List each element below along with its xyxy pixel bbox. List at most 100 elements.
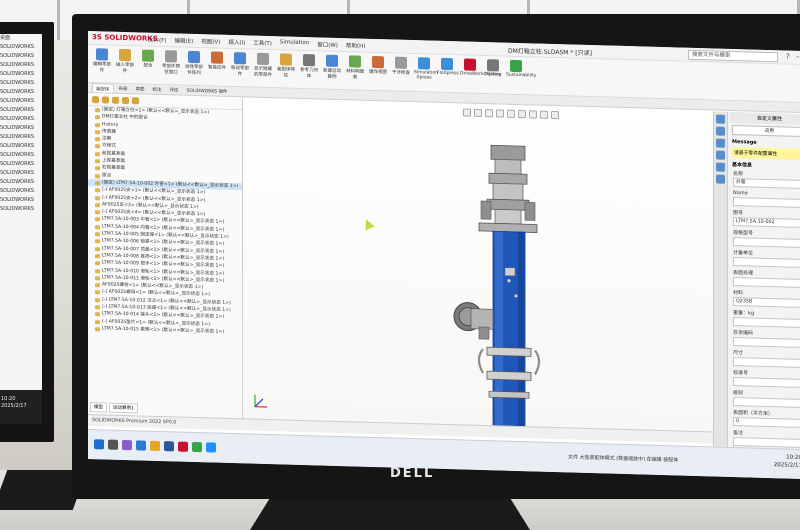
ribbon-button[interactable]: 移动零部件 [230,52,250,78]
ribbon-button[interactable]: 零部件预览窗口 [161,50,181,76]
file-list-item[interactable]: SOLIDWORKS [0,205,42,214]
file-list-item[interactable]: SOLIDWORKS [0,43,42,52]
menu-item[interactable]: Simulation [280,39,309,48]
property-value-field[interactable] [733,397,800,409]
tree-bottom-tab[interactable]: 模型 [90,402,107,413]
solidworks-resources-icon[interactable] [716,114,725,124]
app-icon[interactable] [206,442,216,453]
property-manager-icon[interactable] [102,96,109,104]
ribbon-button-label: 干涉检查 [392,70,410,76]
command-tab[interactable]: SOLIDWORKS 插件 [184,86,231,96]
telescopic-mast-model[interactable] [243,98,713,431]
property-value-field[interactable] [733,337,800,349]
ribbon-button[interactable]: Sustainability [506,59,536,79]
file-explorer-icon[interactable] [150,440,160,452]
wechat-icon[interactable] [192,441,202,453]
ribbon-button[interactable]: 参考几何体 [299,54,319,80]
property-value-field[interactable] [733,257,800,269]
ribbon-button[interactable]: 智能扣件 [207,51,227,71]
file-list-item[interactable]: SOLIDWORKS [0,88,42,97]
ribbon-button-icon [280,53,292,66]
winch [453,302,494,340]
solidworks-taskbar-icon[interactable] [178,441,188,452]
view-palette-icon[interactable] [716,150,725,160]
property-value-field[interactable] [733,197,800,209]
command-tab[interactable]: 评估 [167,85,182,94]
ribbon-button[interactable]: 编辑零部件 [92,48,112,74]
start-icon[interactable] [94,439,104,450]
ribbon-button[interactable]: 线性零部件阵列 [184,50,204,77]
appearances-icon[interactable] [716,162,725,172]
file-list-item[interactable]: SOLIDWORKS [0,79,42,88]
menu-item[interactable]: 工具(T) [253,39,272,48]
ribbon-button[interactable]: 配合 [138,49,158,69]
property-value-field[interactable] [733,357,800,369]
file-list-item[interactable]: SOLIDWORKS [0,52,42,61]
property-value-field[interactable]: 外管 [733,178,800,190]
menu-item[interactable]: 窗口(W) [317,40,338,49]
graphics-area[interactable] [243,98,713,432]
ribbon-button[interactable]: 插入零部件 [115,48,135,75]
ribbon-button-label: 智能扣件 [208,65,226,71]
ribbon-button[interactable]: 装配体特征 [276,53,296,79]
ribbon-button[interactable]: Simulation Xpress [414,57,438,81]
ribbon-button[interactable]: 材料明细表 [345,55,365,81]
ribbon-button[interactable]: DriveWorksXpress [460,58,501,78]
help-icon[interactable]: ? [786,52,790,60]
ribbon-button-icon [441,57,453,71]
menu-item[interactable]: 插入(I) [228,38,245,46]
design-library-icon[interactable] [716,126,725,136]
file-list-item[interactable]: SOLIDWORKS [0,133,42,142]
file-list-item[interactable]: SOLIDWORKS [0,124,42,133]
task-view-icon[interactable] [122,439,132,451]
minimize-icon[interactable]: – [796,53,800,61]
file-list-item[interactable]: SOLIDWORKS [0,106,42,115]
custom-properties-icon[interactable] [716,174,725,184]
property-value-field[interactable] [733,277,800,289]
file-list-item[interactable]: SOLIDWORKS [0,151,42,160]
display-manager-icon[interactable] [132,97,139,105]
menu-item[interactable]: 帮助(H) [346,41,365,50]
ribbon-button[interactable]: 干涉检查 [391,56,411,76]
file-list-item[interactable]: SOLIDWORKS [0,115,42,124]
file-list-item[interactable]: SOLIDWORKS [0,160,42,169]
ribbon-button[interactable]: FloXpress [437,57,459,76]
menu-item[interactable]: 视图(V) [201,37,220,46]
property-value-field[interactable]: Q235B [733,297,800,309]
ribbon-button[interactable]: 显示隐藏的零部件 [253,52,273,79]
command-tab[interactable]: 装配体 [92,83,114,93]
command-tab[interactable]: 布局 [116,84,131,93]
file-list-item[interactable]: SOLIDWORKS [0,196,42,205]
word-icon[interactable] [164,441,174,452]
file-list-item[interactable]: SOLIDWORKS [0,97,42,106]
search-input[interactable]: 搜索文件与模型 [688,49,778,63]
ribbon-button[interactable]: 新建运动算例 [322,54,342,81]
file-list-item[interactable]: SOLIDWORKS [0,61,42,70]
configuration-manager-icon[interactable] [112,96,119,104]
property-value-field[interactable] [733,317,800,329]
file-explorer-icon[interactable] [716,138,725,148]
command-tab[interactable]: 标注 [150,85,165,94]
file-list-item[interactable]: SOLIDWORKS [0,187,42,196]
property-value-field[interactable] [733,237,800,249]
ribbon-button[interactable]: 爆炸视图 [368,55,388,76]
edge-icon[interactable] [136,440,146,451]
menu-item[interactable]: 编辑(E) [174,36,193,45]
tree-bottom-tab[interactable]: 运动算例1 [109,402,138,414]
file-list-item[interactable]: SOLIDWORKS [0,178,42,187]
main-monitor: 3S SOLIDWORKS 文件(F) 编辑(E) 视图(V) 插入(I) 工具(T) S… [72,14,800,499]
command-tab[interactable]: 草图 [133,84,148,93]
menu-item[interactable]: 文件(F) [148,36,166,45]
search-icon[interactable] [108,439,118,450]
feature-manager-icon[interactable] [92,96,99,104]
dimxpert-icon[interactable] [122,96,129,105]
file-list-item[interactable]: SOLIDWORKS [0,142,42,151]
property-value-field[interactable] [733,377,800,389]
apply-button[interactable]: 应用 [732,124,800,138]
property-value-field[interactable]: 0 [733,417,800,429]
ribbon-button[interactable]: Costing [483,59,503,78]
file-list-item[interactable]: 桌面 [0,34,42,43]
file-list-item[interactable]: SOLIDWORKS [0,169,42,178]
property-value-field[interactable]: LTM7.5A-10-002 [733,217,800,229]
file-list-item[interactable]: SOLIDWORKS [0,70,42,79]
